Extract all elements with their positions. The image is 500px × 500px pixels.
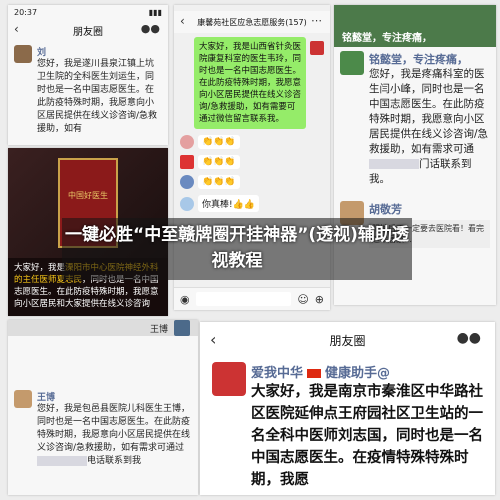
top-strip: 王博: [8, 320, 198, 336]
moment-post: 铭懿堂，专注疼痛， 您好，我是疼痛科室的医生闫小峰，同时也是一名中国志愿医生。在…: [334, 47, 496, 191]
poster-name[interactable]: 胡敬芳: [369, 201, 490, 217]
flag-icon: [307, 369, 322, 378]
poster-name[interactable]: 刘: [37, 45, 162, 58]
post-text: 大家好，我是南京市秦淮区中华路社区医院延伸点王府园社区卫生站的一名全科中医师刘志…: [251, 384, 483, 488]
clap-message: 👏👏👏: [198, 175, 240, 189]
subtitle-prefix: 大家好，我是: [14, 263, 66, 273]
post-text: 您好，我是遂川县泉江镇上坑卫生院的全科医生刘运生，同时也是一名中国志愿医生。在此…: [37, 59, 158, 134]
poster-name[interactable]: 王博: [37, 390, 192, 403]
title-bar: ‹ 朋友圈 ●●: [8, 19, 168, 41]
title-bar: ‹ 朋友圈 ●●: [200, 322, 495, 358]
moment-post: 刘 您好，我是遂川县泉江镇上坑卫生院的全科医生刘运生，同时也是一名中国志愿医生。…: [8, 41, 168, 140]
battery-icon: ▮▮▮: [148, 7, 162, 17]
message-input[interactable]: [195, 292, 292, 306]
avatar[interactable]: [212, 362, 246, 396]
redacted-block: [37, 455, 87, 466]
page-title: 朋友圈: [73, 26, 103, 38]
chat-input-bar: ◉ ☺ ⊕: [174, 287, 330, 310]
moment-post: 王博 您好，我是包邑县医院儿科医生王博，同时也是一名中国志愿医生。在此防疫特殊时…: [8, 386, 198, 472]
plus-icon[interactable]: ⊕: [315, 293, 324, 306]
clap-message: 👏👏👏: [198, 135, 240, 149]
post-text: 您好，我是疼痛科室的医生闫小峰，同时也是一名中国志愿医生。在此防疫特殊时期，我愿…: [369, 68, 489, 155]
more-icon[interactable]: ⋯: [311, 14, 322, 27]
moments-panel-6: ‹ 朋友圈 ●● 爱我中华 健康助手@ 大家好，我是南京市秦淮区中华路社区医院延伸…: [200, 322, 495, 495]
page-title: 朋友圈: [329, 333, 366, 348]
avatar[interactable]: [14, 45, 32, 63]
emoji-icon[interactable]: ☺: [297, 293, 308, 306]
clap-message: 👏👏👏: [198, 155, 240, 169]
member-avatar[interactable]: [180, 155, 194, 169]
top-name: 王博: [149, 325, 168, 335]
cheer-message: 你真棒!👍👍: [198, 195, 260, 212]
chat-row: 你真棒!👍👍: [180, 195, 324, 212]
redacted-block: [369, 159, 419, 169]
back-icon[interactable]: ‹: [14, 22, 19, 36]
avatar[interactable]: [14, 390, 32, 408]
chat-title-bar: ‹ 康馨苑社区应急志愿服务(157) ⋯: [174, 11, 330, 33]
post-text-tail: 电话联系到我: [87, 456, 142, 466]
cover-strip: 铭懿堂，专注疼痛，: [334, 5, 496, 47]
chat-row: 👏👏👏: [180, 175, 324, 189]
member-avatar[interactable]: [180, 175, 194, 189]
poster-name[interactable]: 爱我中华: [251, 366, 303, 381]
chat-row: 👏👏👏: [180, 155, 324, 169]
sender-avatar[interactable]: [310, 41, 324, 55]
status-time: 20:37: [14, 7, 38, 17]
avatar[interactable]: [340, 51, 364, 75]
member-avatar[interactable]: [180, 196, 194, 211]
chat-bubble: 大家好，我是山西省针灸医院康复科室的医生韦玲，同时也是一名中国志愿医生。在此防疫…: [194, 37, 306, 129]
back-icon[interactable]: ‹: [180, 14, 185, 28]
moment-post: 爱我中华 健康助手@ 大家好，我是南京市秦淮区中华路社区医院延伸点王府园社区卫生站…: [200, 358, 495, 495]
member-avatar[interactable]: [180, 135, 194, 149]
more-icon[interactable]: ●●: [457, 330, 481, 346]
more-icon[interactable]: ●●: [141, 22, 160, 35]
back-icon[interactable]: ‹: [210, 330, 216, 349]
poster-name-suffix: 健康助手@: [325, 366, 391, 381]
cover-name: 铭懿堂，专注疼痛，: [342, 33, 432, 44]
overlay-title: 一键必胜“中至赣牌圈开挂神器”(透视)辅助透视教程: [65, 225, 409, 271]
top-avatar[interactable]: [174, 320, 190, 336]
moments-panel-1: 20:37 ▮▮▮ ‹ 朋友圈 ●● 刘 您好，我是遂川县泉江镇上坑卫生院的全科…: [8, 5, 168, 145]
moments-panel-5: 王博 王博 您好，我是包邑县医院儿科医生王博，同时也是一名中国志愿医生。在此防疫…: [8, 320, 198, 495]
chat-row: 👏👏👏: [180, 135, 324, 149]
post-text: 您好，我是包邑县医院儿科医生王博，同时也是一名中国志愿医生。在此防疫特殊时期，我…: [37, 404, 191, 453]
status-bar: 20:37 ▮▮▮: [8, 5, 168, 19]
voice-icon[interactable]: ◉: [180, 293, 190, 306]
chat-title: 康馨苑社区应急志愿服务(157): [197, 17, 307, 27]
poster-name[interactable]: 铭懿堂，专注疼痛，: [369, 51, 490, 67]
